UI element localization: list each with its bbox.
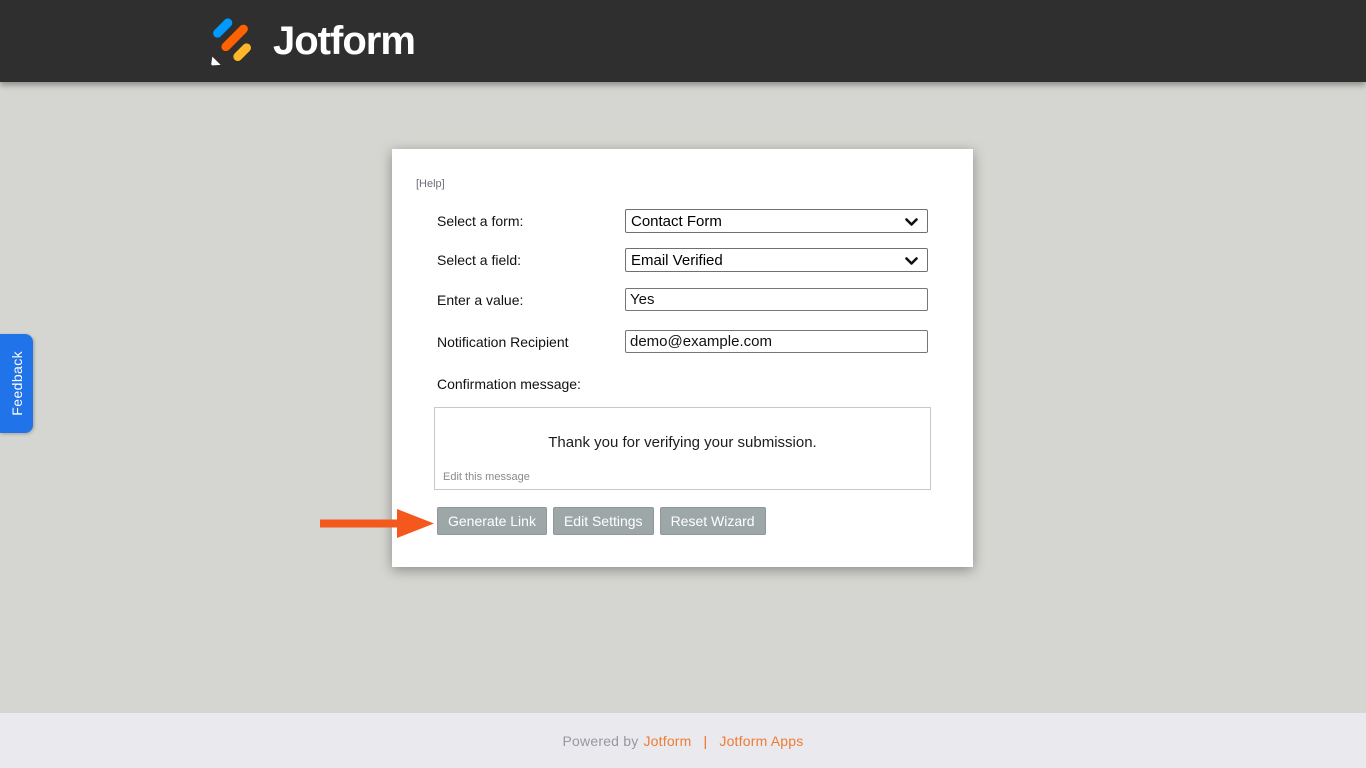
jotform-apps-link[interactable]: Jotform Apps	[719, 733, 803, 749]
feedback-tab-label: Feedback	[8, 351, 25, 416]
jotform-logo-icon	[211, 18, 251, 66]
page-footer: Powered by Jotform | Jotform Apps	[0, 713, 1366, 768]
jotform-wordmark: Jotform	[273, 19, 416, 63]
recipient-input-row: Notification Recipient	[437, 330, 928, 353]
wizard-card: [Help] Select a form: Contact Form Selec…	[392, 149, 973, 567]
generate-link-button[interactable]: Generate Link	[437, 507, 547, 535]
chevron-down-icon	[905, 218, 918, 226]
reset-wizard-button[interactable]: Reset Wizard	[659, 507, 766, 535]
notification-recipient-label: Notification Recipient	[437, 333, 569, 350]
app-header: Jotform	[0, 0, 1366, 82]
field-select-value: Email Verified	[631, 251, 723, 269]
select-form-label: Select a form:	[437, 213, 524, 229]
feedback-tab[interactable]: Feedback	[0, 334, 33, 433]
powered-by-text: Powered by	[562, 732, 639, 749]
form-select[interactable]: Contact Form	[625, 209, 928, 233]
value-input[interactable]	[625, 288, 928, 311]
confirmation-message-text: Thank you for verifying your submission.	[548, 434, 817, 451]
value-input-row: Enter a value:	[437, 288, 928, 311]
field-select[interactable]: Email Verified	[625, 248, 928, 272]
field-select-row: Select a field: Email Verified	[437, 248, 928, 272]
form-select-row: Select a form: Contact Form	[437, 209, 928, 233]
form-select-value: Contact Form	[631, 212, 722, 230]
help-link[interactable]: [Help]	[416, 178, 445, 190]
jotform-logo[interactable]: Jotform	[205, 0, 416, 82]
enter-value-label: Enter a value:	[437, 291, 524, 308]
footer-separator: |	[703, 732, 708, 749]
confirmation-message-box: Thank you for verifying your submission.…	[434, 407, 931, 490]
edit-settings-button[interactable]: Edit Settings	[552, 507, 654, 535]
recipient-input[interactable]	[625, 330, 928, 353]
jotform-footer-link[interactable]: Jotform	[643, 733, 691, 749]
confirmation-message-label: Confirmation message:	[437, 376, 581, 392]
select-field-label: Select a field:	[437, 252, 522, 268]
chevron-down-icon	[905, 257, 918, 265]
wizard-button-row: Generate Link Edit Settings Reset Wizard	[437, 507, 766, 535]
edit-message-link[interactable]: Edit this message	[443, 471, 530, 483]
